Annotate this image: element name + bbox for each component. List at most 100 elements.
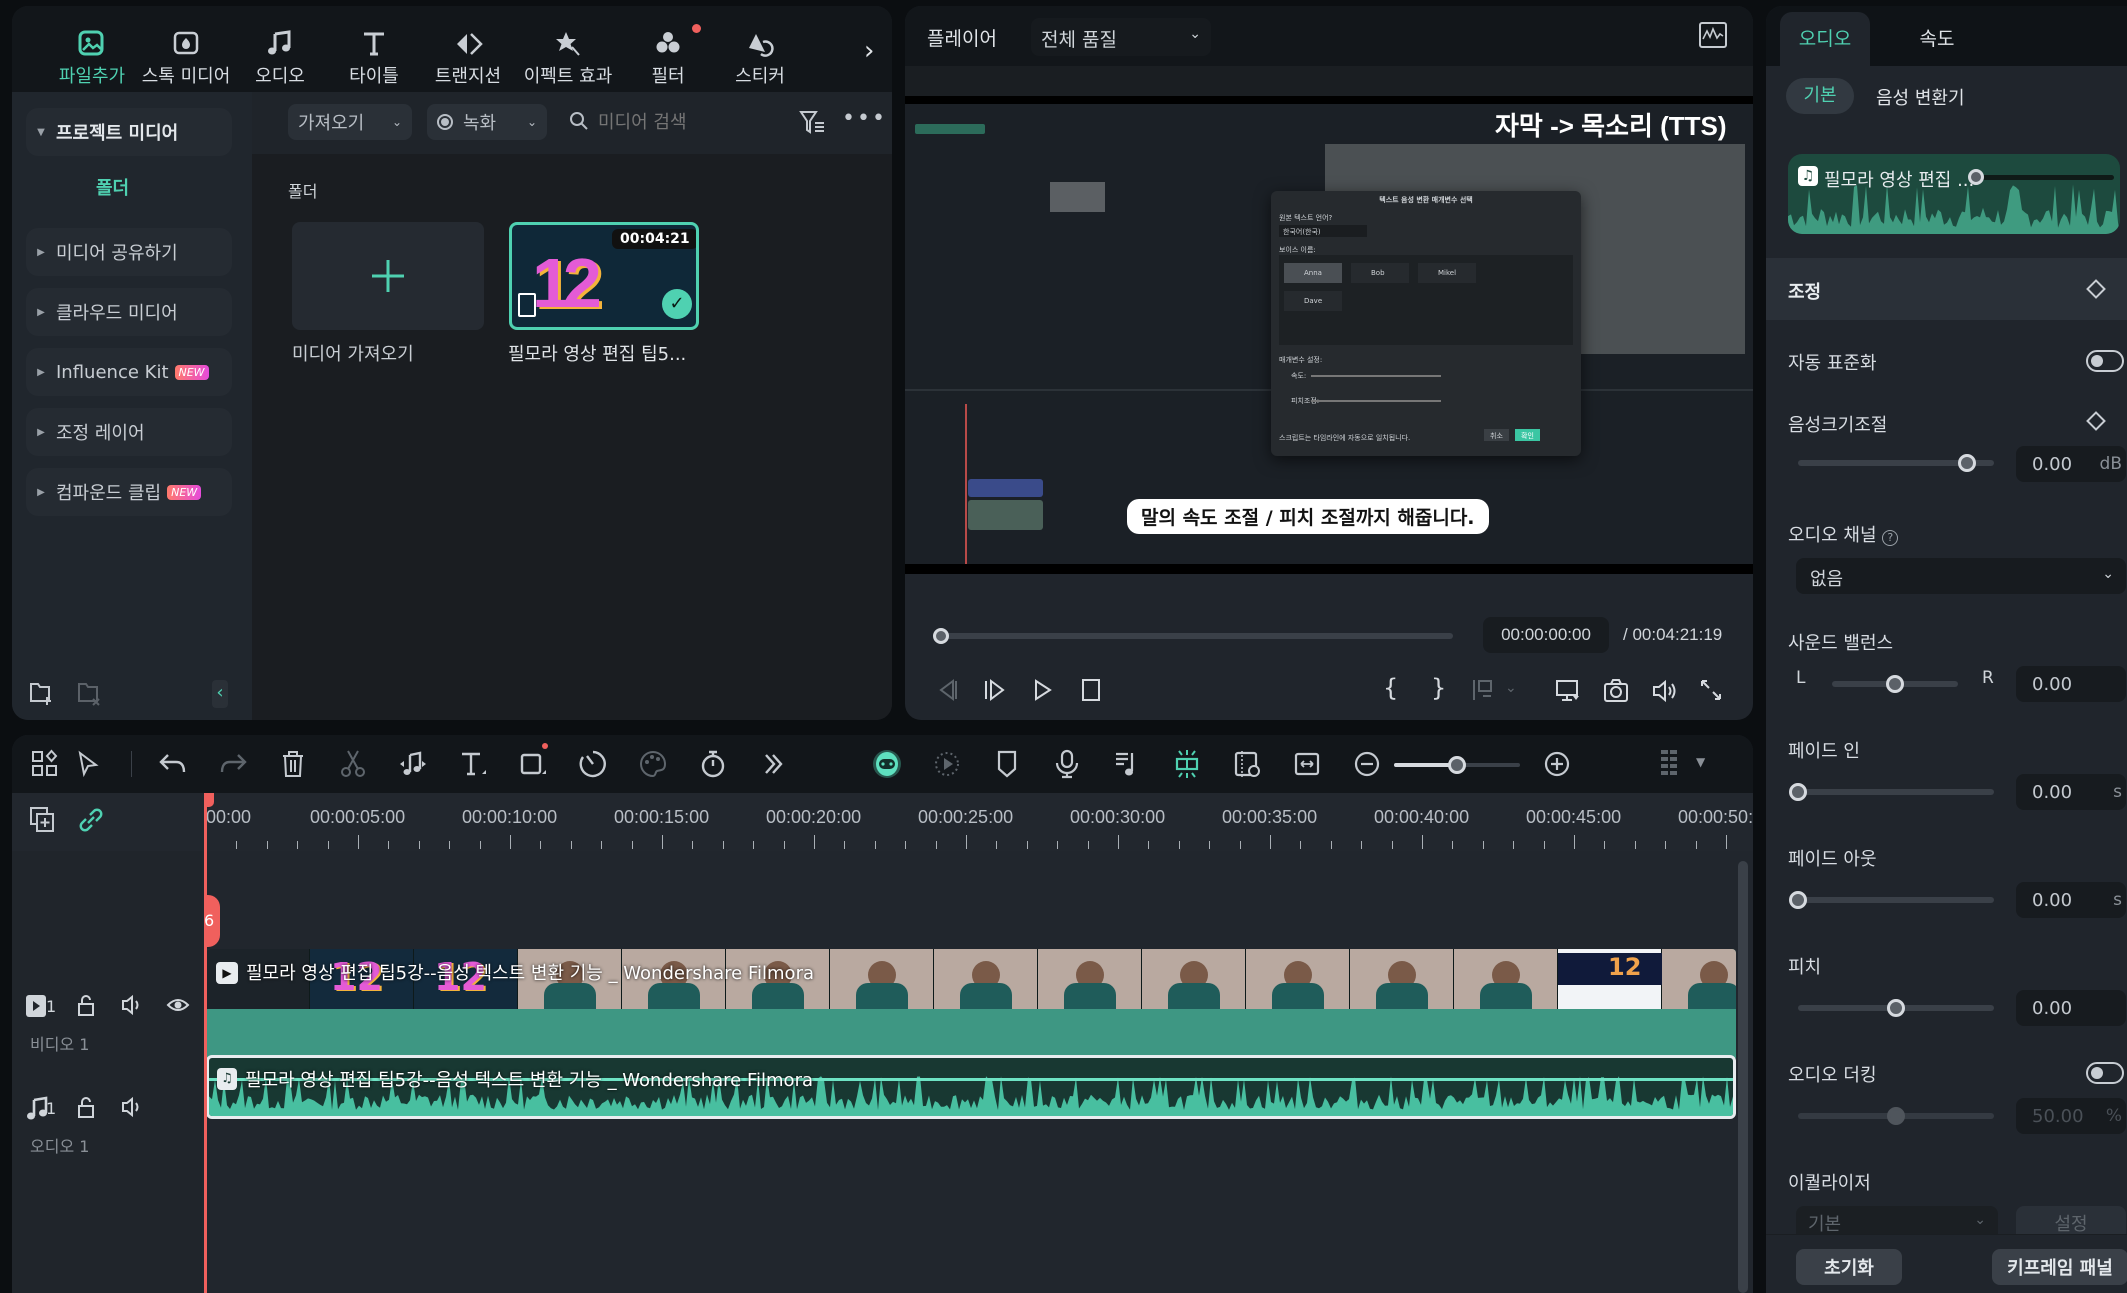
auto-normalize-toggle[interactable]: [2086, 350, 2124, 372]
keyframe-panel-button[interactable]: 키프레임 패널: [1992, 1249, 2127, 1285]
current-time-field[interactable]: 00:00:00:00: [1483, 617, 1609, 653]
audio-clip[interactable]: ♫ 필모라 영상 편집 팁5강--음성 텍스트 변환 기능 _ Wondersh…: [206, 1055, 1736, 1119]
video-clip[interactable]: 12 12 12 ▶ 필모라 영상 편집 팁5강--음성 텍스트 변환 기능 _ W…: [206, 949, 1736, 1061]
volume-icon[interactable]: [1651, 678, 1677, 704]
volume-slider[interactable]: [1798, 454, 1994, 472]
stop-icon[interactable]: [1079, 678, 1103, 702]
collapse-sidebar-button[interactable]: ‹: [212, 680, 228, 708]
playback-scrubber-handle[interactable]: [933, 628, 949, 644]
tab-audio[interactable]: 오디오: [234, 18, 326, 88]
text-tool-icon[interactable]: [456, 747, 490, 781]
track-visibility-eye-icon[interactable]: [166, 993, 190, 1017]
crop-frame-icon[interactable]: [516, 743, 550, 781]
tab-import-media[interactable]: 파일추가: [46, 18, 138, 88]
zoom-out-icon[interactable]: [1350, 747, 1384, 781]
track-mute-speaker-icon[interactable]: [120, 1095, 144, 1119]
mark-in-icon[interactable]: {: [1383, 674, 1398, 702]
playback-progress-bar[interactable]: [933, 628, 1453, 644]
tab-titles[interactable]: 타이틀: [328, 18, 420, 88]
music-list-icon[interactable]: [1110, 747, 1144, 781]
keyframe-diamond-icon[interactable]: [2086, 279, 2106, 299]
fit-to-window-icon[interactable]: [1290, 747, 1324, 781]
playhead-split-handle[interactable]: 6: [204, 895, 220, 947]
previous-frame-icon[interactable]: [935, 678, 959, 702]
timeline-zoom-handle[interactable]: [1448, 756, 1466, 774]
undo-icon[interactable]: [156, 747, 190, 781]
tab-stickers[interactable]: 스티커: [714, 18, 806, 88]
ducking-slider[interactable]: [1798, 1107, 1994, 1125]
fade-out-input[interactable]: 0.00 s: [2016, 882, 2126, 918]
equalizer-dropdown[interactable]: 기본 ⌄: [1796, 1206, 1998, 1236]
tab-speed[interactable]: 속도: [1892, 12, 1982, 66]
ducking-handle[interactable]: [1887, 1107, 1905, 1125]
tab-audio-properties[interactable]: 오디오: [1780, 12, 1870, 66]
playhead-line[interactable]: [204, 793, 207, 1293]
audio-channel-dropdown[interactable]: 없음 ⌄: [1796, 558, 2126, 594]
track-lock-icon[interactable]: [74, 1095, 98, 1119]
insert-clip-icon[interactable]: [1471, 678, 1495, 702]
import-media-card[interactable]: [292, 222, 484, 330]
audio-edit-icon[interactable]: [396, 747, 430, 781]
snapshot-camera-icon[interactable]: [1603, 678, 1629, 704]
sidebar-item-compound-clip[interactable]: ▶ 컴파운드 클립 NEW: [26, 468, 232, 516]
volume-keyframe-diamond-icon[interactable]: [2086, 411, 2106, 431]
split-scissors-icon[interactable]: [336, 747, 370, 781]
sidebar-item-adjustment-layer[interactable]: ▶ 조정 레이어: [26, 408, 232, 456]
play-icon[interactable]: [1031, 678, 1055, 702]
sound-balance-input[interactable]: 0.00: [2016, 666, 2126, 702]
timer-icon[interactable]: [696, 747, 730, 781]
next-frame-icon[interactable]: [983, 678, 1007, 702]
sidebar-subfolder[interactable]: 폴더: [96, 174, 129, 200]
help-icon[interactable]: ?: [1882, 530, 1899, 546]
tab-stock-media[interactable]: 스톡 미디어: [140, 18, 232, 88]
filter-sort-icon[interactable]: [798, 108, 826, 136]
layout-columns-icon[interactable]: [1652, 747, 1686, 781]
fade-in-input[interactable]: 0.00 s: [2016, 774, 2126, 810]
tabs-scroll-right-chevron-icon[interactable]: ›: [864, 36, 874, 66]
audio-ducking-toggle[interactable]: [2086, 1062, 2124, 1084]
playhead-top-handle[interactable]: [204, 793, 214, 807]
tab-transitions[interactable]: 트랜지션: [422, 18, 514, 88]
fade-in-slider[interactable]: [1789, 783, 1994, 801]
layout-grid-icon[interactable]: [28, 747, 62, 781]
clip-volume-slider[interactable]: [1968, 169, 2114, 185]
media-clip-thumbnail[interactable]: 12 00:04:21 ✓: [509, 222, 699, 330]
marker-icon[interactable]: [990, 747, 1024, 781]
equalizer-settings-button[interactable]: 설정: [2016, 1206, 2126, 1236]
speed-dial-icon[interactable]: [576, 747, 610, 781]
zoom-in-icon[interactable]: [1540, 747, 1574, 781]
quality-dropdown[interactable]: 전체 품질 ⌄: [1031, 18, 1211, 56]
volume-slider-handle[interactable]: [1957, 454, 1976, 472]
delete-trash-icon[interactable]: [276, 747, 310, 781]
track-lock-icon[interactable]: [74, 993, 98, 1017]
import-dropdown[interactable]: 가져오기 ⌄: [288, 104, 412, 140]
sidebar-item-influence-kit[interactable]: ▶ Influence Kit NEW: [26, 348, 232, 396]
timeline-ruler[interactable]: 00:00 00:00:05:00 00:00:10:00 00:00:15:00 00…: [12, 793, 1753, 851]
audio-waveform-monitor-icon[interactable]: [1699, 22, 1727, 48]
delete-folder-icon[interactable]: [76, 680, 102, 706]
timeline-vertical-scrollbar[interactable]: [1738, 861, 1748, 1293]
layout-dropdown-icon[interactable]: ▼: [1696, 755, 1705, 769]
sidebar-item-shared-media[interactable]: ▶ 미디어 공유하기: [26, 228, 232, 276]
fade-out-slider[interactable]: [1789, 891, 1994, 909]
media-search-input[interactable]: [598, 106, 778, 138]
sidebar-item-project-media[interactable]: ▼ 프로젝트 미디어: [26, 108, 232, 156]
fade-out-handle[interactable]: [1789, 891, 1807, 909]
ai-copilot-icon[interactable]: [870, 747, 904, 781]
ducking-input[interactable]: 50.00%: [2016, 1098, 2126, 1134]
reset-button[interactable]: 초기화: [1796, 1249, 1902, 1285]
adjust-section-header[interactable]: 조정: [1766, 258, 2127, 320]
fullscreen-icon[interactable]: [1699, 678, 1723, 702]
select-cursor-icon[interactable]: [72, 747, 106, 781]
more-options-icon[interactable]: •••: [842, 106, 887, 131]
sidebar-item-cloud-media[interactable]: ▶ 클라우드 미디어: [26, 288, 232, 336]
snap-magnet-icon[interactable]: [1170, 747, 1204, 781]
pitch-handle[interactable]: [1887, 999, 1905, 1017]
color-palette-icon[interactable]: [636, 747, 670, 781]
clip-volume-handle[interactable]: [1968, 169, 1984, 185]
more-tools-chevron-icon[interactable]: [756, 747, 790, 781]
track-settings-icon[interactable]: [1230, 747, 1264, 781]
track-mute-speaker-icon[interactable]: [120, 993, 144, 1017]
auto-reframe-icon[interactable]: [930, 747, 964, 781]
display-settings-icon[interactable]: [1555, 678, 1581, 704]
